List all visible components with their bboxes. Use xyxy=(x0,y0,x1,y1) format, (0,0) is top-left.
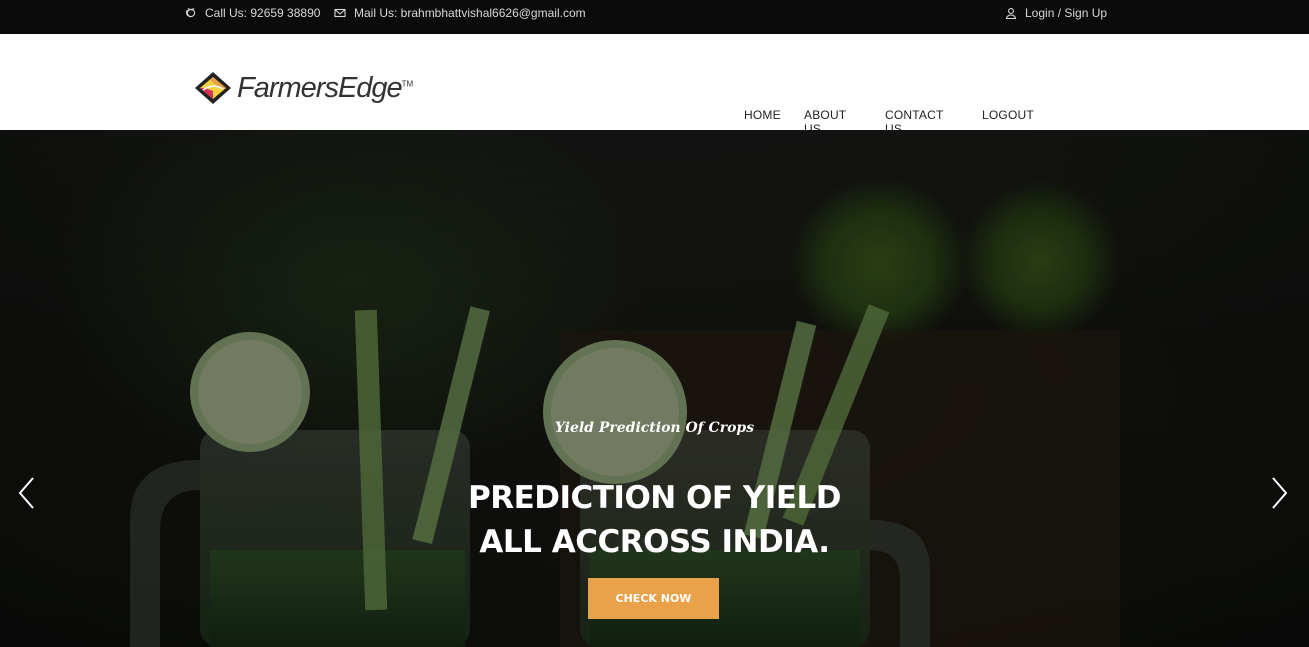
nav-logout[interactable]: LOGOUT xyxy=(982,108,1034,122)
hero-headline-line-1: PREDICTION OF YIELD xyxy=(467,480,842,516)
logo-text: FarmersEdgeTM xyxy=(237,71,414,104)
check-now-button[interactable]: CHECK NOW xyxy=(588,578,719,619)
mail-label: Mail Us: brahmbhattvishal6626@gmail.com xyxy=(354,6,586,20)
phone-icon xyxy=(186,7,196,18)
hero-subtitle: Yield Prediction Of Crops xyxy=(554,420,755,436)
chevron-left-icon[interactable] xyxy=(15,475,39,511)
top-bar: Call Us: 92659 38890 Mail Us: brahmbhatt… xyxy=(0,0,1309,34)
login-label[interactable]: Login / Sign Up xyxy=(1025,6,1107,20)
logo-trademark: TM xyxy=(401,78,414,88)
call-info: Call Us: 92659 38890 xyxy=(185,0,320,26)
hero-slider: Yield Prediction Of Crops PREDICTION OF … xyxy=(0,130,1309,647)
mail-icon xyxy=(334,8,346,18)
call-label: Call Us: 92659 38890 xyxy=(205,6,321,20)
hero-headline-line-2: ALL ACCROSS INDIA. xyxy=(479,524,830,560)
header: FarmersEdgeTM HOME ABOUT US CONTACT US L… xyxy=(0,34,1309,136)
hero-headline: PREDICTION OF YIELD ALL ACCROSS INDIA. xyxy=(0,476,1309,564)
user-icon xyxy=(1005,8,1017,19)
logo-emblem-icon xyxy=(195,72,231,104)
login-signup-link[interactable]: Login / Sign Up xyxy=(1005,0,1107,26)
mail-info: Mail Us: brahmbhattvishal6626@gmail.com xyxy=(334,0,586,26)
logo[interactable]: FarmersEdgeTM xyxy=(193,68,413,108)
nav-home[interactable]: HOME xyxy=(744,108,781,122)
hero-overlay xyxy=(0,130,1309,647)
chevron-right-icon[interactable] xyxy=(1267,475,1291,511)
